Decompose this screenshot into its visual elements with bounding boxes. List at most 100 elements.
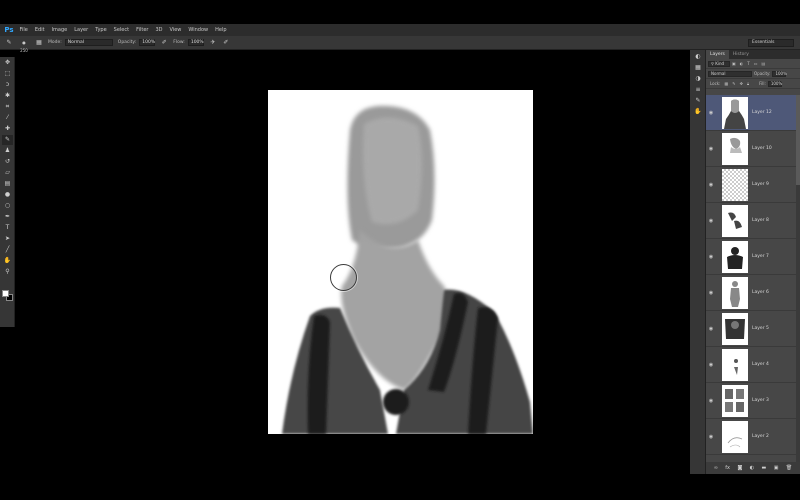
quick-select-tool-icon[interactable]: ✱ bbox=[2, 91, 13, 101]
dodge-tool-icon[interactable]: ○ bbox=[2, 201, 13, 211]
tab-layers[interactable]: Layers bbox=[706, 50, 729, 59]
brush-size-picker[interactable]: ● 250 bbox=[18, 39, 30, 53]
filter-smart-icon[interactable]: ▤ bbox=[762, 61, 766, 66]
stamp-tool-icon[interactable]: ♟ bbox=[2, 146, 13, 156]
layer-row[interactable]: ◉ Layer 3 bbox=[706, 383, 800, 419]
layer-name[interactable]: Layer 8 bbox=[752, 218, 769, 223]
layer-name[interactable]: Layer 6 bbox=[752, 290, 769, 295]
layer-name[interactable]: Layer 10 bbox=[752, 146, 772, 151]
pen-tool-icon[interactable]: ✒ bbox=[2, 212, 13, 222]
zoom-tool-icon[interactable]: ⚲ bbox=[2, 267, 13, 277]
brush-panel-icon[interactable]: ▦ bbox=[35, 39, 43, 47]
visibility-eye-icon[interactable]: ◉ bbox=[706, 326, 716, 332]
layer-name[interactable]: Layer 9 bbox=[752, 182, 769, 187]
lock-pixels-icon[interactable]: ✎ bbox=[732, 81, 735, 86]
foreground-color-swatch[interactable] bbox=[2, 290, 9, 297]
menu-edit[interactable]: Edit bbox=[31, 24, 48, 36]
layer-row[interactable]: ◉ Layer 2 bbox=[706, 419, 800, 455]
shape-tool-icon[interactable]: ╱ bbox=[2, 245, 13, 255]
marquee-tool-icon[interactable]: ⬚ bbox=[2, 69, 13, 79]
visibility-eye-icon[interactable]: ◉ bbox=[706, 362, 716, 368]
filter-type-icon[interactable]: T bbox=[747, 61, 749, 66]
menu-filter[interactable]: Filter bbox=[133, 24, 152, 36]
canvas-document[interactable] bbox=[268, 90, 533, 434]
healing-tool-icon[interactable]: ✚ bbox=[2, 124, 13, 134]
kind-filter-dropdown[interactable]: ⚲ Kind bbox=[708, 60, 730, 67]
layer-name[interactable]: Layer 5 bbox=[752, 326, 769, 331]
eraser-tool-icon[interactable]: ▱ bbox=[2, 168, 13, 178]
adjustment-layer-icon[interactable]: ◐ bbox=[750, 465, 754, 471]
layer-row[interactable]: ◉ Layer 9 bbox=[706, 167, 800, 203]
visibility-eye-icon[interactable]: ◉ bbox=[706, 434, 716, 440]
visibility-eye-icon[interactable]: ◉ bbox=[706, 254, 716, 260]
layer-row[interactable]: ◉ Layer 12 bbox=[706, 95, 800, 131]
menu-3d[interactable]: 3D bbox=[152, 24, 166, 36]
airbrush-icon[interactable]: ✈ bbox=[209, 39, 217, 47]
adjustments-panel-icon[interactable]: ◑ bbox=[693, 75, 703, 83]
layer-row[interactable]: ◉ Layer 8 bbox=[706, 203, 800, 239]
layer-row[interactable]: ◉ Layer 10 bbox=[706, 131, 800, 167]
layer-name[interactable]: Layer 3 bbox=[752, 398, 769, 403]
link-layers-icon[interactable]: ∞ bbox=[714, 465, 718, 471]
eyedropper-tool-icon[interactable]: ⁄ bbox=[2, 113, 13, 123]
menu-file[interactable]: File bbox=[16, 24, 31, 36]
pressure-opacity-icon[interactable]: ✐ bbox=[160, 39, 168, 47]
opacity-field[interactable]: 100% bbox=[139, 39, 156, 46]
layers-scroll-thumb[interactable] bbox=[796, 95, 800, 185]
tab-history[interactable]: History bbox=[729, 50, 753, 59]
lock-position-icon[interactable]: ✥ bbox=[740, 81, 743, 86]
layer-name[interactable]: Layer 7 bbox=[752, 254, 769, 259]
menu-window[interactable]: Window bbox=[185, 24, 212, 36]
menu-image[interactable]: Image bbox=[48, 24, 71, 36]
layer-row[interactable]: ◉ Layer 6 bbox=[706, 275, 800, 311]
layer-style-icon[interactable]: fx bbox=[725, 465, 730, 471]
flow-field[interactable]: 100% bbox=[187, 39, 204, 46]
lock-transparent-icon[interactable]: ▩ bbox=[724, 81, 728, 86]
brush-preset-icon[interactable]: ✎ bbox=[5, 39, 13, 47]
add-mask-icon[interactable]: ◙ bbox=[737, 465, 742, 471]
layer-name[interactable]: Layer 2 bbox=[752, 434, 769, 439]
filter-pixel-icon[interactable]: ▣ bbox=[732, 61, 736, 66]
delete-layer-icon[interactable]: 🗑︎ bbox=[786, 465, 792, 471]
brush-panel-icon[interactable]: ✎ bbox=[693, 97, 703, 105]
path-select-tool-icon[interactable]: ➤ bbox=[2, 234, 13, 244]
workspace-switcher[interactable]: Essentials bbox=[748, 39, 794, 47]
fill-field[interactable]: 100% bbox=[767, 80, 782, 87]
type-tool-icon[interactable]: T bbox=[2, 223, 13, 233]
pressure-size-icon[interactable]: ✐ bbox=[222, 39, 230, 47]
new-layer-icon[interactable]: ▣ bbox=[774, 465, 779, 471]
gradient-tool-icon[interactable]: ▤ bbox=[2, 179, 13, 189]
layer-name[interactable]: Layer 4 bbox=[752, 362, 769, 367]
layer-opacity-field[interactable]: 100% bbox=[772, 70, 787, 77]
menu-layer[interactable]: Layer bbox=[71, 24, 92, 36]
blend-mode-dropdown[interactable]: Normal bbox=[708, 70, 752, 77]
visibility-eye-icon[interactable]: ◉ bbox=[706, 110, 716, 116]
mode-dropdown[interactable]: Normal bbox=[64, 39, 113, 46]
lock-all-icon[interactable]: 🔒︎ bbox=[747, 81, 749, 86]
lasso-tool-icon[interactable]: ↄ bbox=[2, 80, 13, 90]
menu-view[interactable]: View bbox=[166, 24, 185, 36]
layer-row[interactable]: ◉ Layer 4 bbox=[706, 347, 800, 383]
visibility-eye-icon[interactable]: ◉ bbox=[706, 218, 716, 224]
hand-tool-icon[interactable]: ✋ bbox=[2, 256, 13, 266]
new-group-icon[interactable]: ▬ bbox=[762, 465, 767, 471]
menu-help[interactable]: Help bbox=[212, 24, 230, 36]
blur-tool-icon[interactable]: ● bbox=[2, 190, 13, 200]
filter-adjustment-icon[interactable]: ◐ bbox=[740, 61, 744, 66]
tool-presets-panel-icon[interactable]: ✋ bbox=[693, 108, 703, 116]
color-panel-icon[interactable]: ◐ bbox=[693, 53, 703, 61]
layer-row[interactable]: ◉ Layer 7 bbox=[706, 239, 800, 275]
crop-tool-icon[interactable]: ⌗ bbox=[2, 102, 13, 112]
properties-panel-icon[interactable]: ≡ bbox=[693, 86, 703, 94]
menu-select[interactable]: Select bbox=[110, 24, 132, 36]
filter-shape-icon[interactable]: ▭ bbox=[754, 61, 758, 66]
visibility-eye-icon[interactable]: ◉ bbox=[706, 146, 716, 152]
layer-name[interactable]: Layer 12 bbox=[752, 110, 772, 115]
swatches-panel-icon[interactable]: ▦ bbox=[693, 64, 703, 72]
layer-row[interactable]: ◉ Layer 5 bbox=[706, 311, 800, 347]
brush-tool-icon[interactable]: ✎ bbox=[2, 135, 13, 145]
menu-type[interactable]: Type bbox=[92, 24, 110, 36]
visibility-eye-icon[interactable]: ◉ bbox=[706, 398, 716, 404]
move-tool-icon[interactable]: ✥ bbox=[2, 58, 13, 68]
visibility-eye-icon[interactable]: ◉ bbox=[706, 290, 716, 296]
